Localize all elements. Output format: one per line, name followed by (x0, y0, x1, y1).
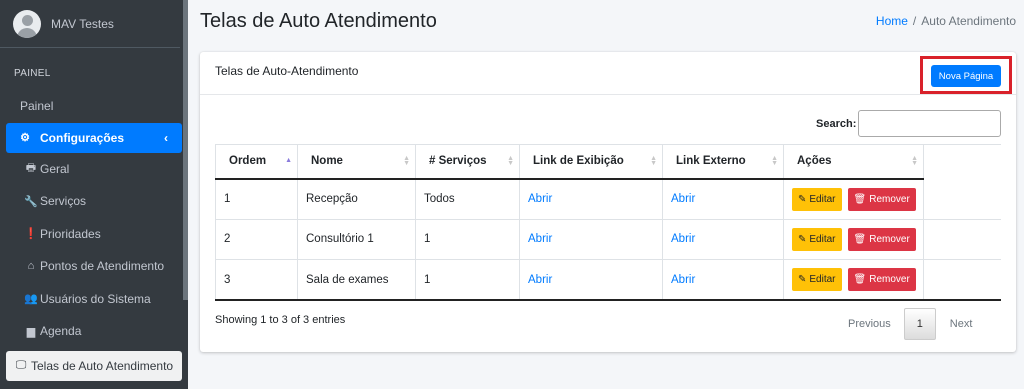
book-icon: ▆ (26, 325, 36, 338)
sidebar-item-usuarios[interactable]: 👥 Usuários do Sistema (6, 283, 182, 316)
pagination: Previous 1 Next (848, 308, 972, 340)
page-1-button[interactable]: 1 (903, 308, 936, 340)
edit-button[interactable]: ✎ Editar (792, 227, 842, 251)
table-header-row: Ordem ▲ Nome ▲ ▼ # Serviços ▲ ▼ Link de Exibi… (215, 144, 1001, 180)
column-header-servicos[interactable]: # Serviços ▲ ▼ (415, 144, 520, 180)
sidebar-item-pontos[interactable]: ⌂ Pontos de Atendimento (6, 250, 182, 283)
users-icon: 👥 (24, 293, 38, 306)
column-header-externo[interactable]: Link Externo ▲ ▼ (662, 144, 784, 180)
wrench-icon: 🔧 (24, 195, 38, 208)
breadcrumb: Home / Auto Atendimento (876, 14, 1016, 28)
sidebar-item-label: Agenda (40, 324, 82, 339)
link-externo[interactable]: Abrir (671, 233, 695, 245)
cell-nome: Recepção (297, 178, 416, 220)
next-button[interactable]: Next (950, 318, 973, 330)
cell-ordem: 3 (215, 259, 298, 301)
breadcrumb-current: Auto Atendimento (921, 14, 1016, 28)
sidebar: MAV Testes PAINEL Painel ⚙ Configurações… (0, 0, 188, 389)
sidebar-item-servicos[interactable]: 🔧 Serviços (6, 185, 182, 218)
search-label: Search: (816, 118, 857, 130)
trash-icon: 🗑 (853, 274, 867, 285)
pages-table: Ordem ▲ Nome ▲ ▼ # Serviços ▲ ▼ Link de Exibi… (215, 144, 1001, 301)
cell-empty (923, 259, 1001, 301)
link-externo[interactable]: Abrir (671, 193, 695, 205)
table-row: 2 Consultório 1 1 Abrir Abrir ✎ Editar 🗑 Re… (215, 218, 1001, 260)
sidebar-item-label: Configurações (40, 130, 125, 145)
cell-nome: Sala de exames (297, 259, 416, 301)
nav-header: PAINEL (14, 68, 51, 79)
column-header-acoes[interactable]: Ações ▲ ▼ (783, 144, 924, 180)
table-info: Showing 1 to 3 of 3 entries (215, 314, 346, 326)
breadcrumb-separator: / (912, 14, 917, 28)
cell-servicos: 1 (415, 218, 520, 260)
cogs-icon: ⚙ (20, 132, 30, 144)
user-name: MAV Testes (51, 16, 114, 31)
sidebar-item-label: Serviços (40, 194, 87, 209)
page-title: Telas de Auto Atendimento (200, 10, 437, 32)
main-card: Telas de Auto-Atendimento Nova Página Se… (200, 52, 1016, 352)
sidebar-item-label: Prioridades (40, 226, 101, 241)
print-icon: 🖶 (25, 162, 37, 175)
sidebar-item-label: Pontos de Atendimento (40, 259, 165, 274)
home-icon: ⌂ (27, 260, 35, 273)
sidebar-item-painel[interactable]: Painel (6, 90, 182, 123)
sort-icon: ▲ ▼ (403, 155, 410, 167)
table-row: 3 Sala de exames 1 Abrir Abrir ✎ Editar 🗑 R… (215, 259, 1001, 301)
sidebar-item-geral[interactable]: 🖶 Geral (6, 153, 182, 186)
edit-icon: ✎ (798, 274, 807, 285)
link-externo[interactable]: Abrir (671, 274, 695, 286)
highlight-box: Nova Página (920, 56, 1012, 94)
cell-ordem: 1 (215, 178, 298, 220)
cell-nome: Consultório 1 (297, 218, 416, 260)
cell-servicos: 1 (415, 259, 520, 301)
chevron-left-icon: ‹ (164, 130, 168, 145)
edit-button[interactable]: ✎ Editar (792, 187, 842, 211)
trash-icon: 🗑 (853, 193, 867, 205)
sort-asc-icon: ▲ (285, 157, 292, 164)
breadcrumb-home[interactable]: Home (876, 14, 908, 28)
edit-button[interactable]: ✎ Editar (792, 268, 842, 291)
sidebar-item-configuracoes[interactable]: ⚙ Configurações ‹ (6, 122, 182, 153)
column-header-exibicao[interactable]: Link de Exibição ▲ ▼ (519, 144, 663, 180)
user-panel[interactable]: MAV Testes (0, 0, 180, 48)
column-header-ordem[interactable]: Ordem ▲ (215, 144, 298, 180)
remove-button[interactable]: 🗑 Remover (847, 268, 916, 291)
sidebar-scrollbar[interactable] (183, 0, 188, 300)
sidebar-item-telas[interactable]: 🖵 Telas de Auto Atendimento (6, 350, 182, 381)
cell-servicos: Todos (415, 178, 520, 220)
edit-icon: ✎ (798, 233, 807, 245)
column-header-empty (923, 144, 1001, 180)
sidebar-item-label: Geral (40, 161, 70, 176)
link-exibicao[interactable]: Abrir (528, 274, 552, 286)
cell-empty (923, 219, 1001, 260)
cell-empty (923, 178, 1001, 220)
link-exibicao[interactable]: Abrir (528, 193, 552, 205)
sort-icon: ▲ ▼ (507, 155, 514, 167)
avatar (13, 9, 41, 38)
previous-button[interactable]: Previous (848, 318, 891, 330)
search-input[interactable] (858, 110, 1001, 137)
exclamation-circle-icon: ❗ (24, 228, 38, 241)
trash-icon: 🗑 (853, 233, 867, 245)
sort-icon: ▲ ▼ (650, 155, 657, 167)
card-header: Telas de Auto-Atendimento Nova Página (200, 52, 1016, 95)
table-row: 1 Recepção Todos Abrir Abrir ✎ Editar 🗑 Rem… (215, 178, 1001, 220)
card-title: Telas de Auto-Atendimento (215, 64, 359, 78)
link-exibicao[interactable]: Abrir (528, 233, 552, 245)
sidebar-item-prioridades[interactable]: ❗ Prioridades (6, 218, 182, 251)
edit-icon: ✎ (798, 193, 807, 205)
sort-icon: ▲ ▼ (911, 155, 918, 167)
new-page-button[interactable]: Nova Página (931, 65, 1001, 87)
sidebar-nav: Painel ⚙ Configurações ‹ 🖶 Geral 🔧 Servi… (0, 90, 188, 381)
cell-ordem: 2 (215, 218, 298, 260)
sidebar-item-label: Painel (20, 99, 54, 114)
sidebar-item-label: Telas de Auto Atendimento (31, 358, 174, 373)
desktop-icon: 🖵 (15, 359, 27, 371)
remove-button[interactable]: 🗑 Remover (847, 187, 916, 211)
remove-button[interactable]: 🗑 Remover (847, 227, 916, 251)
sidebar-item-agenda[interactable]: ▆ Agenda (6, 315, 182, 348)
sidebar-item-label: Usuários do Sistema (40, 291, 151, 306)
column-header-nome[interactable]: Nome ▲ ▼ (297, 144, 416, 180)
sort-icon: ▲ ▼ (771, 155, 778, 167)
